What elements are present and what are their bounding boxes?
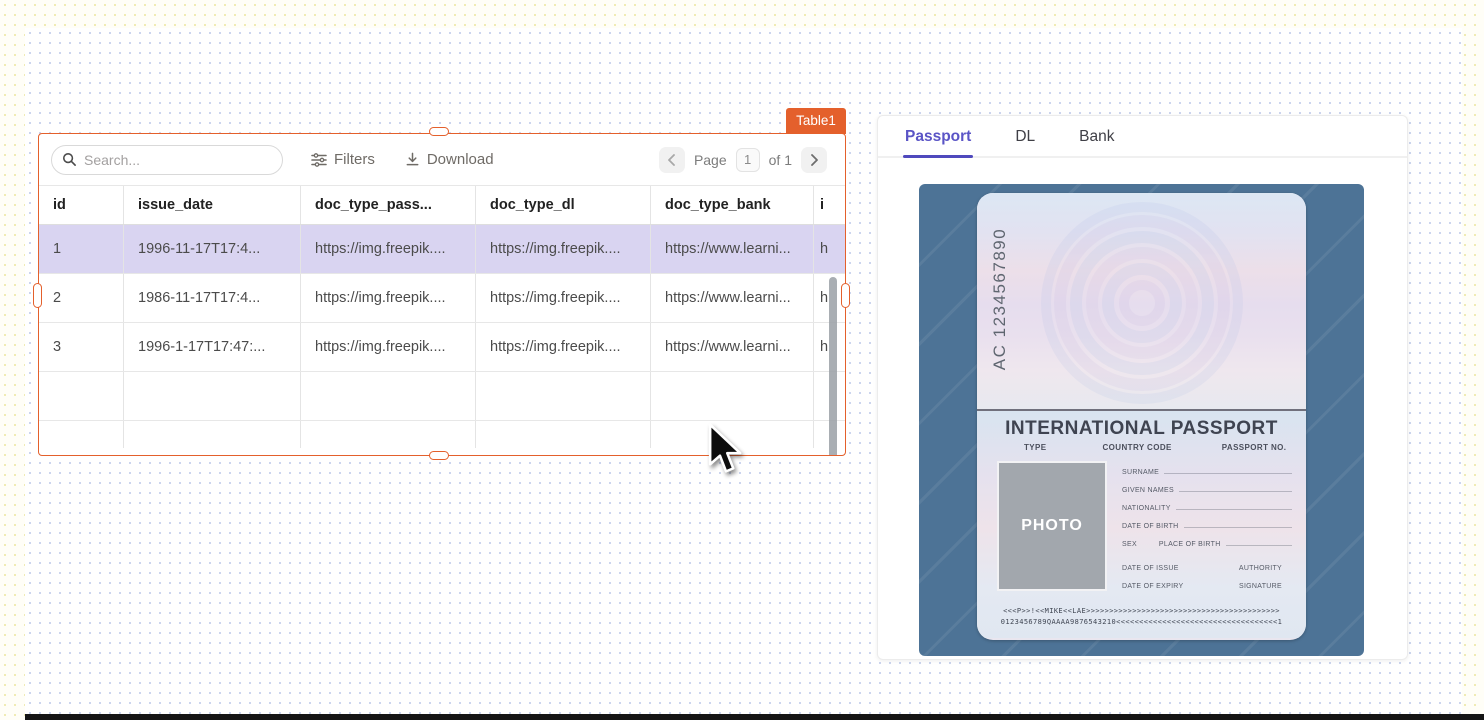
prev-page-button[interactable] xyxy=(659,147,685,173)
empty-row xyxy=(39,372,845,421)
passport-top-half: AC 1234567890 xyxy=(977,193,1306,411)
tab-passport[interactable]: Passport xyxy=(905,128,971,156)
table-row[interactable]: 2 1986-11-17T17:4... https://img.freepik… xyxy=(39,274,845,323)
header-row: id issue_date doc_type_pass... doc_type_… xyxy=(39,185,845,225)
passport-image: AC 1234567890 INTERNATIONAL PASSPORT TYP… xyxy=(919,184,1364,656)
passport-title: INTERNATIONAL PASSPORT xyxy=(977,411,1306,440)
tab-bar: Passport DL Bank xyxy=(878,116,1407,158)
resize-handle-right[interactable] xyxy=(841,283,850,308)
cell-doc-type-bank[interactable]: https://www.learni... xyxy=(651,274,814,322)
column-header-doc-type-pass[interactable]: doc_type_pass... xyxy=(301,186,476,224)
mrz-line-2: 0123456789QAAAA9876543210<<<<<<<<<<<<<<<… xyxy=(977,617,1306,628)
date-of-birth-label: DATE OF BIRTH xyxy=(1122,523,1179,530)
cell-doc-type-dl[interactable]: https://img.freepik.... xyxy=(476,274,651,322)
pagination: Page of 1 xyxy=(659,147,827,173)
search-icon xyxy=(62,152,77,167)
resize-handle-bottom[interactable] xyxy=(429,451,449,460)
page-number-input[interactable] xyxy=(736,148,760,172)
table-row[interactable]: 1 1996-11-17T17:4... https://img.freepik… xyxy=(39,225,845,274)
column-header-clipped[interactable]: i xyxy=(814,186,845,224)
surname-label: SURNAME xyxy=(1122,469,1159,476)
passport-page: AC 1234567890 INTERNATIONAL PASSPORT TYP… xyxy=(977,193,1306,640)
place-of-birth-label: PLACE OF BIRTH xyxy=(1159,541,1221,548)
cell-issue-date[interactable]: 1986-11-17T17:4... xyxy=(124,274,301,322)
table-toolbar: Filters Download Page of 1 xyxy=(39,134,845,185)
column-header-doc-type-dl[interactable]: doc_type_dl xyxy=(476,186,651,224)
given-names-label: GIVEN NAMES xyxy=(1122,487,1174,494)
next-page-button[interactable] xyxy=(801,147,827,173)
column-header-issue-date[interactable]: issue_date xyxy=(124,186,301,224)
tab-dl[interactable]: DL xyxy=(1015,128,1035,156)
cell-doc-type-dl[interactable]: https://img.freepik.... xyxy=(476,323,651,371)
tab-bank[interactable]: Bank xyxy=(1079,128,1114,156)
chevron-right-icon xyxy=(810,154,819,166)
cell-doc-type-pass[interactable]: https://img.freepik.... xyxy=(301,225,476,273)
download-label: Download xyxy=(427,151,494,168)
resize-handle-left[interactable] xyxy=(33,283,42,308)
table-widget: Filters Download Page of 1 xyxy=(38,133,846,456)
authority-label: AUTHORITY xyxy=(1239,565,1282,572)
chevron-left-icon xyxy=(667,154,676,166)
vertical-scrollbar[interactable] xyxy=(829,277,837,456)
page-label: Page xyxy=(694,152,727,168)
resize-handle-top[interactable] xyxy=(429,127,449,136)
mouse-cursor xyxy=(707,423,745,477)
cell-id[interactable]: 3 xyxy=(39,323,124,371)
document-preview-panel: Passport DL Bank xyxy=(877,115,1408,660)
passport-serial-number: AC 1234567890 xyxy=(990,204,1010,394)
cell-doc-type-pass[interactable]: https://img.freepik.... xyxy=(301,323,476,371)
download-button[interactable]: Download xyxy=(405,151,494,168)
column-header-doc-type-bank[interactable]: doc_type_bank xyxy=(651,186,814,224)
cell-id[interactable]: 1 xyxy=(39,225,124,273)
filters-label: Filters xyxy=(334,151,375,168)
widget-name-badge[interactable]: Table1 xyxy=(786,108,846,134)
bottom-edge-bar xyxy=(25,714,1484,720)
nationality-label: NATIONALITY xyxy=(1122,505,1171,512)
passport-fields: SURNAME GIVEN NAMES NATIONALITY DATE OF … xyxy=(1122,469,1292,601)
signature-label: SIGNATURE xyxy=(1239,583,1282,590)
download-icon xyxy=(405,152,420,167)
sex-label: SEX xyxy=(1122,541,1137,548)
passport-no-label: PASSPORT NO. xyxy=(1222,443,1287,452)
country-code-label: COUNTRY CODE xyxy=(1103,443,1172,452)
passport-header-labels: TYPE COUNTRY CODE PASSPORT NO. xyxy=(977,443,1306,452)
filters-button[interactable]: Filters xyxy=(311,151,375,168)
type-label: TYPE xyxy=(1024,443,1047,452)
column-header-id[interactable]: id xyxy=(39,186,124,224)
date-of-issue-label: DATE OF ISSUE xyxy=(1122,565,1179,572)
search-input[interactable] xyxy=(84,152,254,168)
mrz-zone: <<<P>>!<<MIKE<<LAE>>>>>>>>>>>>>>>>>>>>>>… xyxy=(977,606,1306,628)
cell-doc-type-bank[interactable]: https://www.learni... xyxy=(651,323,814,371)
active-tab-underline xyxy=(903,155,973,158)
table-row[interactable]: 3 1996-1-17T17:47:... https://img.freepi… xyxy=(39,323,845,372)
cell-clipped[interactable]: h xyxy=(814,225,845,273)
passport-bottom-half: INTERNATIONAL PASSPORT TYPE COUNTRY CODE… xyxy=(977,411,1306,638)
page-count-label: of 1 xyxy=(769,152,792,168)
cell-doc-type-pass[interactable]: https://img.freepik.... xyxy=(301,274,476,322)
cell-doc-type-bank[interactable]: https://www.learni... xyxy=(651,225,814,273)
guilloche-rosette xyxy=(1037,201,1247,406)
cell-doc-type-dl[interactable]: https://img.freepik.... xyxy=(476,225,651,273)
cell-id[interactable]: 2 xyxy=(39,274,124,322)
search-box[interactable] xyxy=(51,145,283,175)
data-grid: id issue_date doc_type_pass... doc_type_… xyxy=(39,185,845,448)
mrz-line-1: <<<P>>!<<MIKE<<LAE>>>>>>>>>>>>>>>>>>>>>>… xyxy=(977,606,1306,617)
date-of-expiry-label: DATE OF EXPIRY xyxy=(1122,583,1184,590)
cell-issue-date[interactable]: 1996-11-17T17:4... xyxy=(124,225,301,273)
cell-issue-date[interactable]: 1996-1-17T17:47:... xyxy=(124,323,301,371)
photo-placeholder: PHOTO xyxy=(997,461,1107,591)
filters-icon xyxy=(311,153,327,167)
